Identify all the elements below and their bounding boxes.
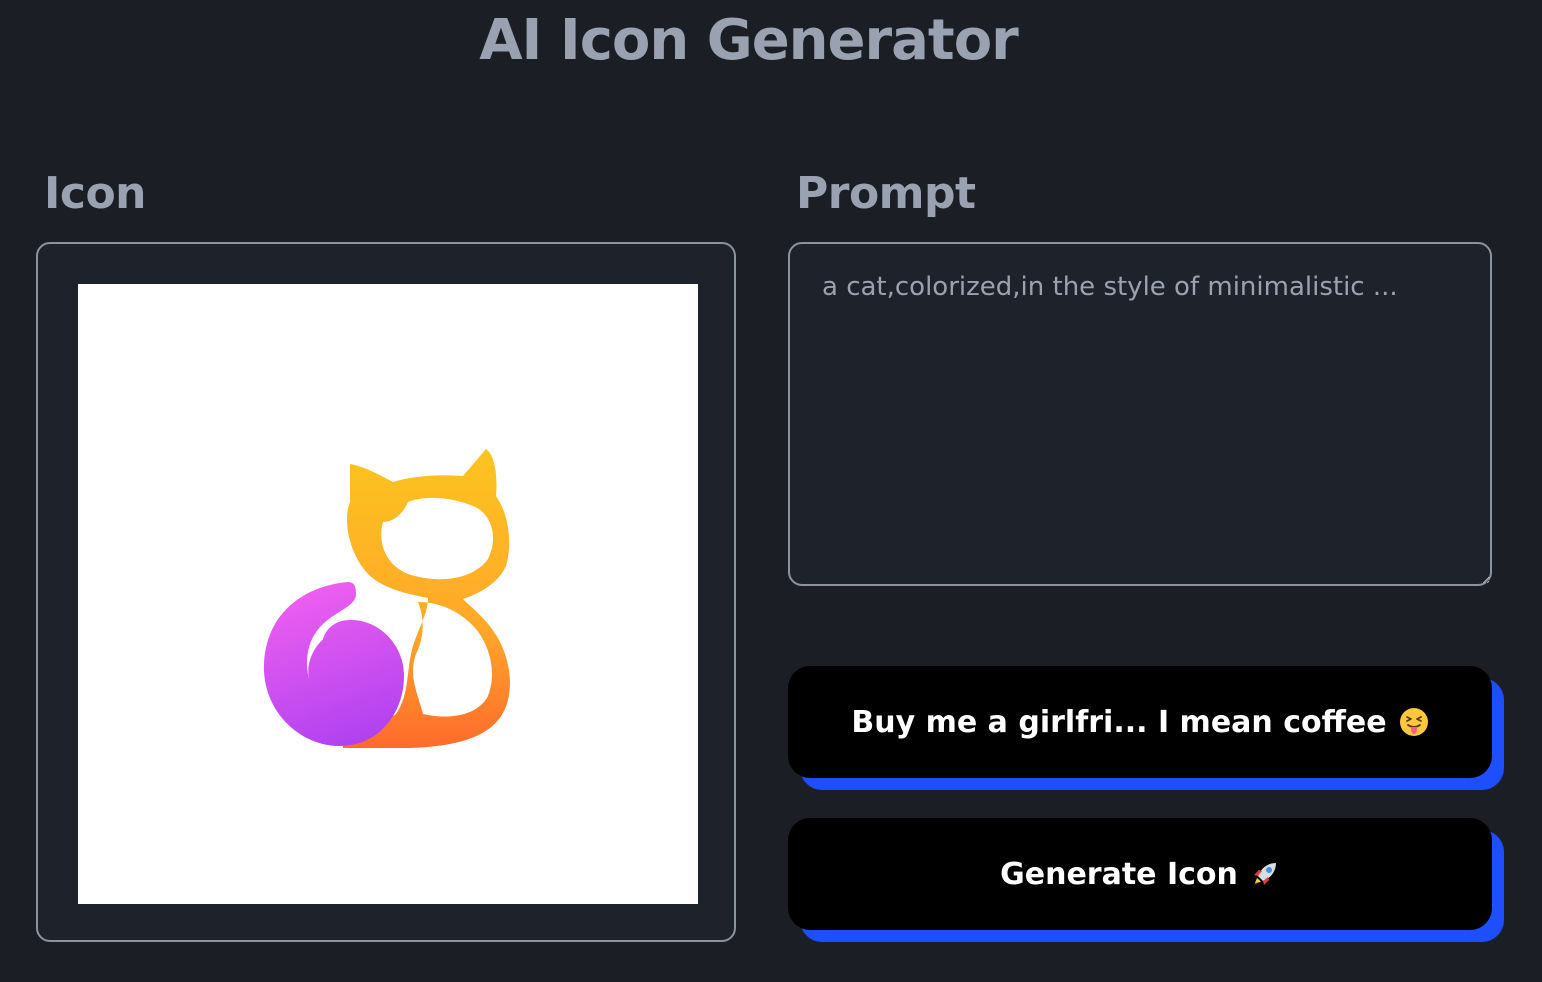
prompt-input[interactable] — [788, 242, 1492, 586]
generate-icon-button[interactable]: Generate Icon — [788, 818, 1492, 930]
icon-preview-frame — [36, 242, 736, 942]
page-title: AI Icon Generator — [479, 8, 1019, 73]
tongue-out-emoji-icon — [1399, 708, 1428, 736]
icon-section-label: Icon — [44, 168, 147, 219]
buy-coffee-button[interactable]: Buy me a girlfri... I mean coffee — [788, 666, 1492, 778]
generated-icon-image — [78, 284, 698, 904]
generate-icon-button-label: Generate Icon — [1000, 856, 1238, 892]
prompt-section-label: Prompt — [796, 168, 976, 219]
rocket-icon — [1253, 863, 1276, 885]
cat-icon — [263, 449, 510, 748]
buy-coffee-button-label: Buy me a girlfri... I mean coffee — [851, 704, 1387, 740]
